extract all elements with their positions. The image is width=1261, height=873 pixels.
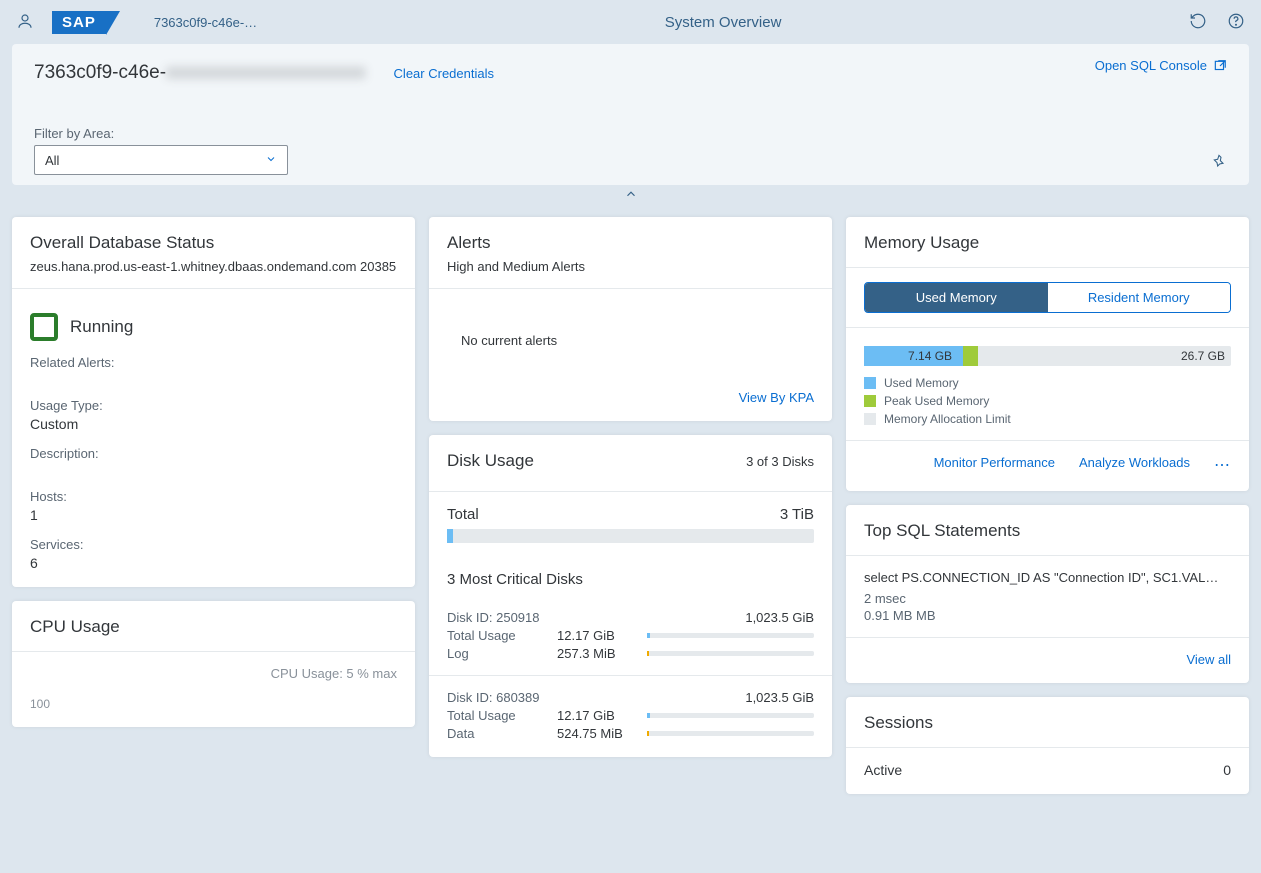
top-sql-card: Top SQL Statements select PS.CONNECTION_… — [846, 505, 1249, 683]
filter-area-label: Filter by Area: — [34, 126, 1227, 141]
cpu-usage-card: CPU Usage CPU Usage: 5 % max 100 — [12, 601, 415, 727]
refresh-icon[interactable] — [1189, 12, 1207, 33]
seg-resident-memory[interactable]: Resident Memory — [1048, 283, 1231, 312]
running-status-icon — [30, 313, 58, 341]
disk1-total-bar — [647, 713, 814, 718]
memory-usage-card: Memory Usage Used Memory Resident Memory… — [846, 217, 1249, 491]
sql-statement[interactable]: select PS.CONNECTION_ID AS "Connection I… — [864, 570, 1231, 585]
sessions-active-label: Active — [864, 762, 902, 778]
memory-segmented: Used Memory Resident Memory — [864, 282, 1231, 313]
disk-id-0: Disk ID: 250918 — [447, 610, 540, 625]
sap-logo: SAP — [52, 11, 106, 34]
legend-peak: Peak Used Memory — [884, 394, 989, 408]
disk-capacity-1: 1,023.5 GiB — [745, 690, 814, 705]
disk-total-label: Total — [447, 506, 479, 523]
clear-credentials-link[interactable]: Clear Credentials — [394, 66, 494, 81]
alerts-subtitle: High and Medium Alerts — [447, 259, 814, 274]
disk-id-1: Disk ID: 680389 — [447, 690, 540, 705]
breadcrumb[interactable]: 7363c0f9-c46e-… — [154, 15, 257, 30]
related-alerts-label: Related Alerts: — [30, 355, 397, 370]
help-icon[interactable] — [1227, 12, 1245, 33]
overall-status-title: Overall Database Status — [30, 233, 397, 253]
services-label: Services: — [30, 537, 397, 552]
disk0-total-bar — [647, 633, 814, 638]
cpu-usage-value: CPU Usage: 5 % max — [30, 666, 397, 681]
memory-usage-title: Memory Usage — [864, 233, 1231, 253]
disk0-total-usage-label: Total Usage — [447, 628, 547, 643]
sessions-active-value: 0 — [1223, 762, 1231, 778]
sql-time: 2 msec — [864, 591, 1231, 606]
open-sql-console-button[interactable]: Open SQL Console — [1095, 58, 1227, 73]
filter-area-value: All — [45, 153, 59, 168]
hosts-label: Hosts: — [30, 489, 397, 504]
disk0-type-label: Log — [447, 646, 547, 661]
open-sql-console-label: Open SQL Console — [1095, 58, 1207, 73]
alerts-card: Alerts High and Medium Alerts No current… — [429, 217, 832, 421]
view-by-kpa-link[interactable]: View By KPA — [739, 390, 814, 405]
critical-disks-title: 3 Most Critical Disks — [447, 571, 814, 588]
running-status-text: Running — [70, 317, 133, 337]
app-header: SAP 7363c0f9-c46e-… System Overview — [0, 0, 1261, 44]
top-sql-title: Top SQL Statements — [864, 521, 1231, 541]
disk-usage-title: Disk Usage — [447, 451, 534, 471]
description-label: Description: — [30, 446, 397, 461]
chevron-down-icon — [265, 153, 277, 168]
usage-type-label: Usage Type: — [30, 398, 397, 413]
memory-bar: 7.14 GB 26.7 GB — [864, 346, 1231, 366]
disk-capacity-0: 1,023.5 GiB — [745, 610, 814, 625]
disk0-total-usage-value: 12.17 GiB — [557, 628, 637, 643]
analyze-workloads-link[interactable]: Analyze Workloads — [1079, 455, 1190, 475]
cpu-usage-title: CPU Usage — [30, 617, 397, 637]
services-value: 6 — [30, 555, 397, 571]
legend-limit: Memory Allocation Limit — [884, 412, 1011, 426]
disk0-type-bar — [647, 651, 814, 656]
monitor-performance-link[interactable]: Monitor Performance — [934, 455, 1055, 475]
usage-type-value: Custom — [30, 416, 397, 432]
instance-title: 7363c0f9-c46e-xxxxxxxxxxxxxxxxxxxxx — [34, 62, 366, 84]
memory-total-value: 26.7 GB — [1181, 349, 1225, 363]
disk-count: 3 of 3 Disks — [746, 454, 814, 469]
collapse-header-toggle[interactable] — [604, 185, 658, 203]
cpu-axis-100: 100 — [30, 697, 397, 711]
disk1-total-usage-value: 12.17 GiB — [557, 708, 637, 723]
overall-status-host: zeus.hana.prod.us-east-1.whitney.dbaas.o… — [30, 259, 397, 274]
pin-icon[interactable] — [1211, 154, 1227, 173]
disk-usage-card: Disk Usage 3 of 3 Disks Total 3 TiB 3 Mo… — [429, 435, 832, 757]
instance-title-masked: xxxxxxxxxxxxxxxxxxxxx — [166, 62, 366, 83]
view-all-sql-link[interactable]: View all — [1186, 652, 1231, 667]
sql-mem: 0.91 MB MB — [864, 608, 1231, 623]
page-title: System Overview — [275, 14, 1171, 31]
disk-total-value: 3 TiB — [780, 506, 814, 523]
sessions-card: Sessions Active 0 — [846, 697, 1249, 794]
user-icon[interactable] — [16, 12, 34, 33]
disk1-total-usage-label: Total Usage — [447, 708, 547, 723]
sessions-title: Sessions — [864, 713, 1231, 733]
disk0-type-value: 257.3 MiB — [557, 646, 637, 661]
disk-total-bar — [447, 529, 814, 543]
more-icon[interactable]: ⋯ — [1214, 455, 1231, 475]
disk1-type-value: 524.75 MiB — [557, 726, 637, 741]
object-header: 7363c0f9-c46e-xxxxxxxxxxxxxxxxxxxxx Clea… — [12, 44, 1249, 185]
alerts-title: Alerts — [447, 233, 814, 253]
disk1-type-label: Data — [447, 726, 547, 741]
alerts-empty-text: No current alerts — [447, 303, 814, 378]
memory-legend: Used Memory Peak Used Memory Memory Allo… — [864, 376, 1231, 426]
instance-title-prefix: 7363c0f9-c46e- — [34, 62, 166, 83]
disk1-type-bar — [647, 731, 814, 736]
memory-used-value: 7.14 GB — [908, 349, 952, 363]
seg-used-memory[interactable]: Used Memory — [865, 283, 1048, 312]
legend-used: Used Memory — [884, 376, 959, 390]
filter-area-select[interactable]: All — [34, 145, 288, 175]
hosts-value: 1 — [30, 507, 397, 523]
overall-status-card: Overall Database Status zeus.hana.prod.u… — [12, 217, 415, 587]
